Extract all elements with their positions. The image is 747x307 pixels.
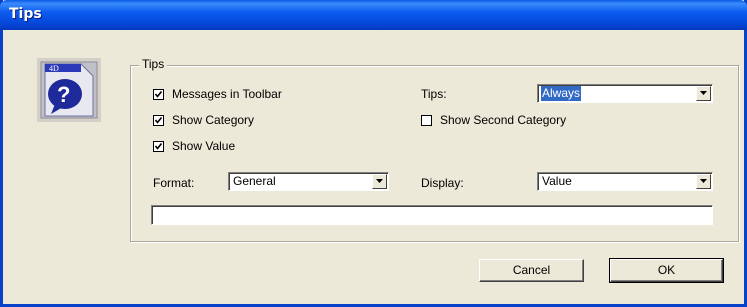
- messages-in-toolbar-checkbox[interactable]: [153, 89, 164, 100]
- format-dropdown[interactable]: General: [228, 172, 389, 191]
- format-label: Format:: [153, 176, 195, 190]
- show-category-checkbox[interactable]: [153, 115, 164, 126]
- tips-label: Tips:: [421, 87, 447, 101]
- logo-badge-text: 4D: [49, 64, 59, 73]
- svg-text:?: ?: [57, 82, 70, 107]
- window-title: Tips: [9, 6, 42, 22]
- show-second-category-label: Show Second Category: [440, 113, 567, 127]
- tips-dialog: Tips 4D ? Tips Messages in Toolbar Show …: [0, 0, 747, 307]
- chevron-down-icon: [376, 179, 383, 183]
- tips-group-label: Tips: [139, 57, 168, 71]
- cancel-button[interactable]: Cancel: [479, 259, 584, 282]
- display-dropdown-button[interactable]: [696, 174, 711, 189]
- check-mark-icon: [154, 117, 163, 124]
- messages-in-toolbar-label: Messages in Toolbar: [172, 87, 282, 101]
- chevron-down-icon: [700, 91, 707, 95]
- preview-text-field[interactable]: [151, 205, 713, 225]
- show-value-checkbox[interactable]: [153, 141, 164, 152]
- tips-selected-value: Always: [541, 86, 582, 101]
- tips-dropdown-button[interactable]: [696, 86, 711, 101]
- title-bar[interactable]: Tips: [0, 0, 747, 30]
- format-selected-value: General: [233, 174, 276, 188]
- show-second-category-checkbox[interactable]: [421, 115, 432, 126]
- show-value-label: Show Value: [172, 139, 236, 153]
- show-category-label: Show Category: [172, 113, 255, 127]
- tips-dropdown[interactable]: Always: [537, 84, 713, 103]
- format-dropdown-button[interactable]: [372, 174, 387, 189]
- display-selected-value: Value: [542, 174, 572, 188]
- display-dropdown[interactable]: Value: [537, 172, 713, 191]
- 4d-help-icon: 4D ?: [37, 58, 101, 122]
- ok-button[interactable]: OK: [609, 258, 724, 283]
- chevron-down-icon: [700, 179, 707, 183]
- check-mark-icon: [154, 91, 163, 98]
- display-label: Display:: [421, 176, 464, 190]
- check-mark-icon: [154, 143, 163, 150]
